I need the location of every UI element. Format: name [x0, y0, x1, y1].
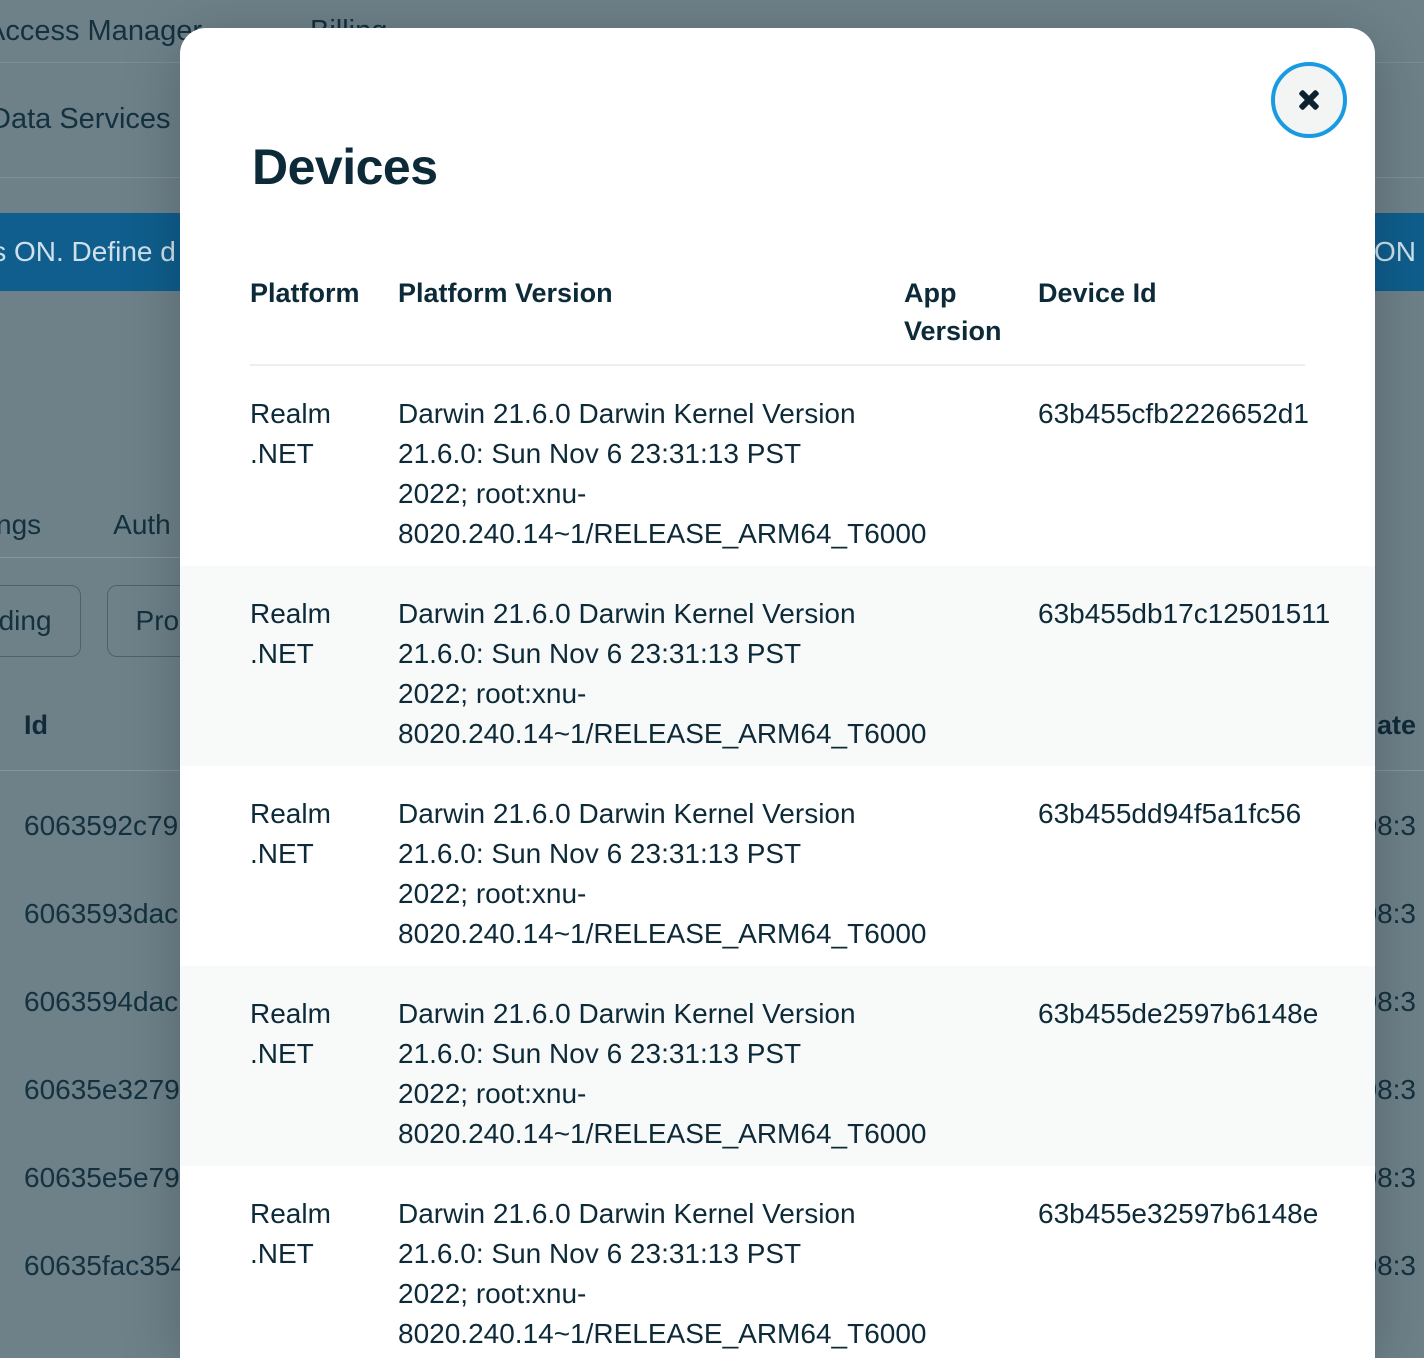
cell-device-id: 63b455dd94f5a1fc56 — [1038, 794, 1375, 834]
table-row[interactable]: Realm .NET Darwin 21.6.0 Darwin Kernel V… — [180, 566, 1375, 766]
background-cell-id: 60635e5e791 — [24, 1162, 195, 1194]
cell-platform-version: Darwin 21.6.0 Darwin Kernel Version 21.6… — [398, 1194, 868, 1354]
table-row[interactable]: Realm .NET Darwin 21.6.0 Darwin Kernel V… — [180, 1166, 1375, 1358]
column-header-app-version: App Version — [904, 274, 1014, 351]
background-cell-id: 60635e32791 — [24, 1074, 195, 1106]
cell-platform: Realm .NET — [250, 394, 376, 474]
background-column-header-id: Id — [24, 710, 48, 741]
page-title: Devices — [252, 138, 438, 196]
banner-message: is ON. Define d — [0, 236, 176, 268]
background-cell-id: 6063593dac — [24, 898, 178, 930]
table-row[interactable]: Realm .NET Darwin 21.6.0 Darwin Kernel V… — [180, 366, 1375, 566]
column-header-platform-version: Platform Version — [398, 274, 858, 312]
cell-device-id: 63b455cfb2226652d1 — [1038, 394, 1375, 434]
table-row[interactable]: Realm .NET Darwin 21.6.0 Darwin Kernel V… — [180, 966, 1375, 1166]
cell-platform: Realm .NET — [250, 994, 376, 1074]
modal-close-container — [1275, 66, 1343, 134]
cell-device-id: 63b455db17c12501511 — [1038, 594, 1375, 634]
subnav-item-data-services[interactable]: Data Services — [0, 103, 171, 136]
close-icon — [1297, 88, 1321, 112]
column-header-device-id: Device Id — [1038, 274, 1375, 312]
cell-platform-version: Darwin 21.6.0 Darwin Kernel Version 21.6… — [398, 994, 868, 1154]
cell-platform: Realm .NET — [250, 1194, 376, 1274]
cell-device-id: 63b455e32597b6148e — [1038, 1194, 1375, 1234]
devices-table-body: Realm .NET Darwin 21.6.0 Darwin Kernel V… — [180, 366, 1375, 1358]
background-cell-id: 6063594dac — [24, 986, 178, 1018]
devices-table-header: Platform Platform Version App Version De… — [250, 258, 1305, 366]
chip-pending[interactable]: nding — [0, 585, 81, 657]
devices-table: Platform Platform Version App Version De… — [180, 258, 1375, 1358]
nav-item-label: Access Manager — [0, 15, 202, 48]
column-header-platform: Platform — [250, 274, 380, 312]
tab-settings[interactable]: tings — [0, 509, 41, 541]
tab-authentication[interactable]: Auth — [113, 509, 171, 541]
cell-device-id: 63b455de2597b6148e — [1038, 994, 1375, 1034]
banner-trailing-text: ON — [1374, 236, 1416, 268]
background-cell-id: 6063592c791 — [24, 810, 194, 842]
cell-platform-version: Darwin 21.6.0 Darwin Kernel Version 21.6… — [398, 394, 868, 554]
table-row[interactable]: Realm .NET Darwin 21.6.0 Darwin Kernel V… — [180, 766, 1375, 966]
close-button[interactable] — [1275, 66, 1343, 134]
background-cell-id: 60635fac354 — [24, 1250, 186, 1282]
cell-platform-version: Darwin 21.6.0 Darwin Kernel Version 21.6… — [398, 794, 868, 954]
cell-platform-version: Darwin 21.6.0 Darwin Kernel Version 21.6… — [398, 594, 868, 754]
background-column-header-date: ate — [1377, 710, 1416, 741]
cell-platform: Realm .NET — [250, 794, 376, 874]
cell-platform: Realm .NET — [250, 594, 376, 674]
background-filter-chips: nding Pro — [0, 585, 208, 657]
devices-modal: Devices Platform Platform Version App Ve… — [180, 28, 1375, 1358]
